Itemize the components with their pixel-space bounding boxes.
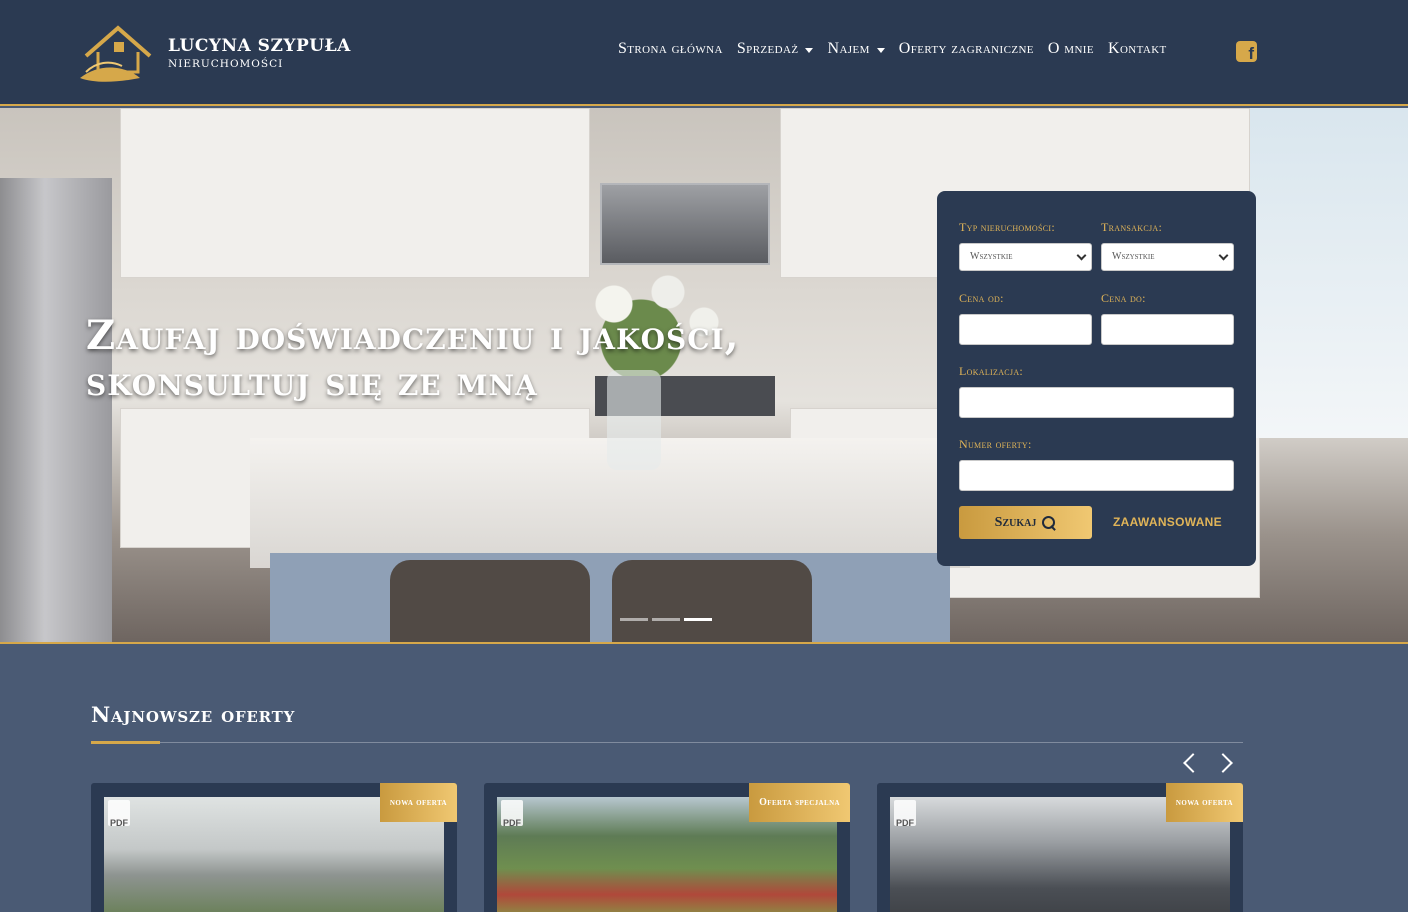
pdf-icon[interactable]: PDF <box>108 800 130 828</box>
chevron-left-icon[interactable] <box>1183 753 1203 773</box>
section-divider-accent <box>91 741 160 744</box>
transaction-label: Transakcja: <box>1101 220 1163 234</box>
advanced-search-link[interactable]: ZAAWANSOWANE <box>1113 515 1222 529</box>
chevron-right-icon[interactable] <box>1213 753 1233 773</box>
slider-indicators <box>620 618 716 621</box>
brand-subtitle: NIERUCHOMOŚCI <box>168 58 284 70</box>
site-header: LUCYNA SZYPUŁA NIERUCHOMOŚCI Strona głów… <box>0 0 1408 106</box>
pdf-label: PDF <box>503 818 521 828</box>
nav-item-label: Sprzedaż <box>736 40 799 57</box>
kitchen-island-base <box>270 553 950 642</box>
offer-card[interactable]: PDF nowa oferta <box>877 783 1243 912</box>
bar-stool-image <box>390 560 590 642</box>
slide-indicator[interactable] <box>620 618 648 621</box>
property-type-select[interactable]: Wszystkie <box>959 243 1092 271</box>
section-title: Najnowsze oferty <box>91 702 296 727</box>
nav-item-contact[interactable]: Kontakt <box>1108 40 1167 58</box>
nav-item-label: Najem <box>827 40 870 57</box>
caret-down-icon <box>805 47 814 53</box>
select-value: Wszystkie <box>1112 251 1155 262</box>
house-logo-icon <box>76 22 160 84</box>
caret-down-icon <box>876 47 885 53</box>
nav-item-label: Kontakt <box>1107 40 1167 57</box>
offer-badge: nowa oferta <box>379 783 457 822</box>
select-value: Wszystkie <box>970 251 1013 262</box>
hero-title-line: Zaufaj doświadczeniu i jakości, <box>86 312 740 359</box>
bar-stool-image <box>612 560 812 642</box>
nav-item-label: Strona główna <box>618 40 723 57</box>
kitchen-cabinets <box>120 108 590 278</box>
offer-number-label: Numer oferty: <box>959 437 1032 451</box>
hero-title-line: skonsultuj się ze mną <box>86 358 538 405</box>
main-nav: Strona główna Sprzedaż Najem Oferty zagr… <box>618 40 1181 58</box>
hero-title: Zaufaj doświadczeniu i jakości, skonsult… <box>86 313 846 405</box>
nav-item-home[interactable]: Strona główna <box>618 40 723 58</box>
offer-card[interactable]: PDF Oferta specjalna <box>484 783 850 912</box>
nav-item-foreign-offers[interactable]: Oferty zagraniczne <box>899 40 1034 58</box>
search-icon <box>1042 515 1056 530</box>
window-image <box>1250 108 1408 438</box>
search-button[interactable]: Szukaj <box>959 506 1092 539</box>
nav-item-rent[interactable]: Najem <box>827 40 885 58</box>
brand-name: LUCYNA SZYPUŁA <box>168 36 351 56</box>
facebook-icon[interactable]: f <box>1236 41 1257 62</box>
chevron-down-icon <box>1218 250 1229 261</box>
transaction-select[interactable]: Wszystkie <box>1101 243 1234 271</box>
pdf-icon[interactable]: PDF <box>894 800 916 828</box>
logo[interactable]: LUCYNA SZYPUŁA NIERUCHOMOŚCI <box>76 22 366 84</box>
property-type-label: Typ nieruchomości: <box>959 220 1055 234</box>
offer-badge: nowa oferta <box>1165 783 1243 822</box>
search-button-label: Szukaj <box>994 514 1037 530</box>
microwave-image <box>600 183 770 265</box>
offer-badge: Oferta specjalna <box>749 783 850 822</box>
nav-item-label: Oferty zagraniczne <box>898 40 1034 57</box>
location-input[interactable] <box>959 387 1234 418</box>
price-to-input[interactable] <box>1101 314 1234 345</box>
fridge-image <box>0 178 112 642</box>
pdf-label: PDF <box>896 818 914 828</box>
pdf-label: PDF <box>110 818 128 828</box>
slide-indicator-active[interactable] <box>684 618 712 621</box>
nav-item-sale[interactable]: Sprzedaż <box>737 40 814 58</box>
location-label: Lokalizacja: <box>959 364 1024 378</box>
nav-item-label: O mnie <box>1047 40 1094 57</box>
pdf-icon[interactable]: PDF <box>501 800 523 828</box>
price-from-label: Cena od: <box>959 291 1004 305</box>
chevron-down-icon <box>1076 250 1087 261</box>
slide-indicator[interactable] <box>652 618 680 621</box>
price-from-input[interactable] <box>959 314 1092 345</box>
section-divider <box>91 742 1243 743</box>
offer-card[interactable]: PDF nowa oferta <box>91 783 457 912</box>
offer-number-input[interactable] <box>959 460 1234 491</box>
price-to-label: Cena do: <box>1101 291 1146 305</box>
nav-item-about[interactable]: O mnie <box>1048 40 1094 58</box>
